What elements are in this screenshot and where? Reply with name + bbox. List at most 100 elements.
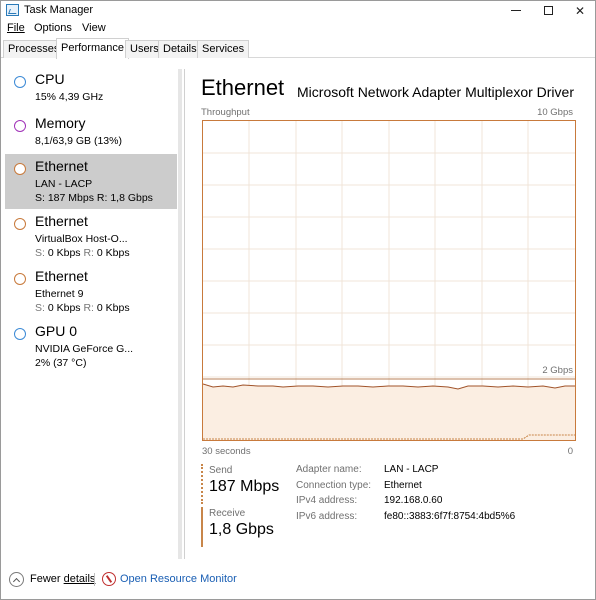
footer-separator (94, 573, 95, 586)
menu-bar: File Options View (1, 20, 595, 38)
sidebar-item-title: Ethernet (35, 213, 88, 229)
tab-bar: Processes Performance Users Details Serv… (1, 38, 595, 59)
graph-time-right: 0 (567, 446, 573, 457)
receive-area (203, 384, 575, 440)
fewer-details-link[interactable]: Fewer details (30, 573, 95, 585)
send-stat: Send 187 Mbps (201, 464, 291, 504)
menu-view-label: View (82, 22, 106, 34)
send-short-value: 187 Mbps (47, 192, 94, 204)
sidebar-item-ethernet-lan[interactable]: Ethernet LAN - LACP S: 187 Mbps R: 1,8 G… (5, 154, 177, 209)
receive-short-value: 0 Kbps (96, 247, 130, 259)
sidebar-item-ethernet-9[interactable]: Ethernet Ethernet 9 S: 0 Kbps R: 0 Kbps (5, 264, 177, 319)
sidebar-item-title: GPU 0 (35, 323, 78, 339)
send-short-label: S: (35, 302, 45, 314)
throughput-graph (202, 120, 576, 441)
minimize-button[interactable] (501, 1, 531, 20)
property-value: fe80::3883:6f7f:8754:4bd5%6 (384, 510, 516, 522)
sidebar-item-title: Ethernet (35, 158, 88, 174)
menu-view[interactable]: View (82, 22, 106, 34)
tab-details[interactable]: Details (158, 40, 202, 58)
tab-services[interactable]: Services (197, 40, 250, 58)
sidebar-divider (184, 69, 185, 559)
receive-value: 1,8 Gbps (209, 521, 274, 538)
send-label: Send (209, 465, 233, 476)
property-key: Connection type: (296, 479, 372, 491)
sidebar-item-detail: VirtualBox Host-O... (35, 233, 128, 245)
title-bar: Task Manager ✕ (1, 1, 595, 20)
send-short-value: 0 Kbps (47, 247, 81, 259)
fewer-details-prefix: Fewer (30, 573, 64, 585)
chevron-up-icon (12, 577, 21, 585)
resource-sidebar: CPU 15% 4,39 GHz Memory 8,1/63,9 GB (13%… (2, 59, 184, 559)
page-title: Ethernet (201, 75, 285, 100)
sidebar-item-detail: NVIDIA GeForce G... (35, 343, 134, 355)
cpu-indicator-icon (14, 76, 26, 88)
send-short-label: S: (35, 192, 45, 204)
sidebar-item-ethernet-virtualbox[interactable]: Ethernet VirtualBox Host-O... S: 0 Kbps … (5, 209, 177, 264)
menu-file-label: File (7, 22, 25, 34)
adapter-properties: Adapter name: LAN - LACP Connection type… (296, 464, 576, 526)
open-resource-monitor-link[interactable]: Open Resource Monitor (120, 573, 237, 585)
close-icon: ✕ (574, 3, 586, 18)
sidebar-item-detail: 8,1/63,9 GB (13%) (35, 135, 122, 147)
property-key: IPv6 address: (296, 510, 358, 522)
graph-max-label: 10 Gbps (537, 107, 573, 118)
maximize-button[interactable] (533, 1, 563, 20)
sidebar-item-throughput: S: 0 Kbps R: 0 Kbps (35, 247, 130, 259)
ethernet-indicator-icon (14, 273, 26, 285)
menu-options-label: Options (34, 22, 72, 34)
memory-indicator-icon (14, 120, 26, 132)
property-key: Adapter name: (296, 464, 362, 475)
sidebar-item-title: Ethernet (35, 268, 88, 284)
receive-short-label: R: (96, 192, 108, 204)
property-key: IPv4 address: (296, 495, 358, 506)
sidebar-item-detail: Ethernet 9 (35, 288, 84, 300)
task-manager-icon (6, 4, 19, 16)
property-value: LAN - LACP (384, 464, 439, 475)
receive-stat: Receive 1,8 Gbps (201, 507, 291, 547)
fewer-details-underlined: details (63, 573, 96, 585)
throughput-graph-svg (203, 121, 575, 440)
property-row: IPv4 address: 192.168.0.60 (296, 495, 576, 511)
ethernet-indicator-icon (14, 218, 26, 230)
sidebar-item-title: CPU (35, 71, 65, 87)
receive-short-label: R: (83, 302, 94, 314)
property-value: Ethernet (384, 479, 422, 491)
sidebar-item-gpu[interactable]: GPU 0 NVIDIA GeForce G... 2% (37 °C) (5, 319, 177, 374)
graph-scale-label: 2 Gbps (542, 365, 573, 376)
minimize-icon (511, 10, 521, 11)
task-manager-window: Task Manager ✕ File Options View Process… (0, 0, 596, 600)
sidebar-item-detail: LAN - LACP (35, 178, 93, 190)
close-button[interactable]: ✕ (565, 1, 595, 20)
ethernet-indicator-icon (14, 163, 26, 175)
property-value: 192.168.0.60 (384, 495, 443, 506)
receive-short-value: 0 Kbps (96, 302, 130, 314)
gpu-indicator-icon (14, 328, 26, 340)
sidebar-scrollbar[interactable] (178, 69, 182, 559)
receive-label: Receive (209, 508, 246, 519)
menu-file[interactable]: File (7, 22, 25, 34)
property-row: Adapter name: LAN - LACP (296, 464, 576, 480)
receive-short-label: R: (83, 247, 94, 259)
property-row: IPv6 address: fe80::3883:6f7f:8754:4bd5%… (296, 511, 576, 527)
receive-short-value: 1,8 Gbps (110, 192, 153, 204)
graph-time-left: 30 seconds (202, 446, 251, 457)
send-short-value: 0 Kbps (47, 302, 81, 314)
menu-options[interactable]: Options (34, 22, 72, 34)
sidebar-item-throughput: S: 0 Kbps R: 0 Kbps (35, 302, 130, 314)
window-title: Task Manager (24, 4, 94, 16)
graph-title: Throughput (201, 107, 250, 118)
tab-performance[interactable]: Performance (56, 38, 129, 59)
fewer-details-button[interactable] (9, 572, 24, 587)
adapter-description: Microsoft Network Adapter Multiplexor Dr… (297, 84, 574, 100)
send-value: 187 Mbps (209, 478, 280, 495)
send-short-label: S: (35, 247, 45, 259)
footer-bar: Fewer details Open Resource Monitor (1, 566, 595, 593)
resource-monitor-icon[interactable] (102, 572, 116, 586)
sidebar-item-throughput: S: 187 Mbps R: 1,8 Gbps (35, 192, 153, 204)
maximize-icon (543, 6, 553, 15)
sidebar-item-status: 2% (37 °C) (35, 357, 87, 369)
property-row: Connection type: Ethernet (296, 480, 576, 496)
sidebar-item-title: Memory (35, 115, 86, 131)
sidebar-item-detail: 15% 4,39 GHz (35, 91, 104, 103)
